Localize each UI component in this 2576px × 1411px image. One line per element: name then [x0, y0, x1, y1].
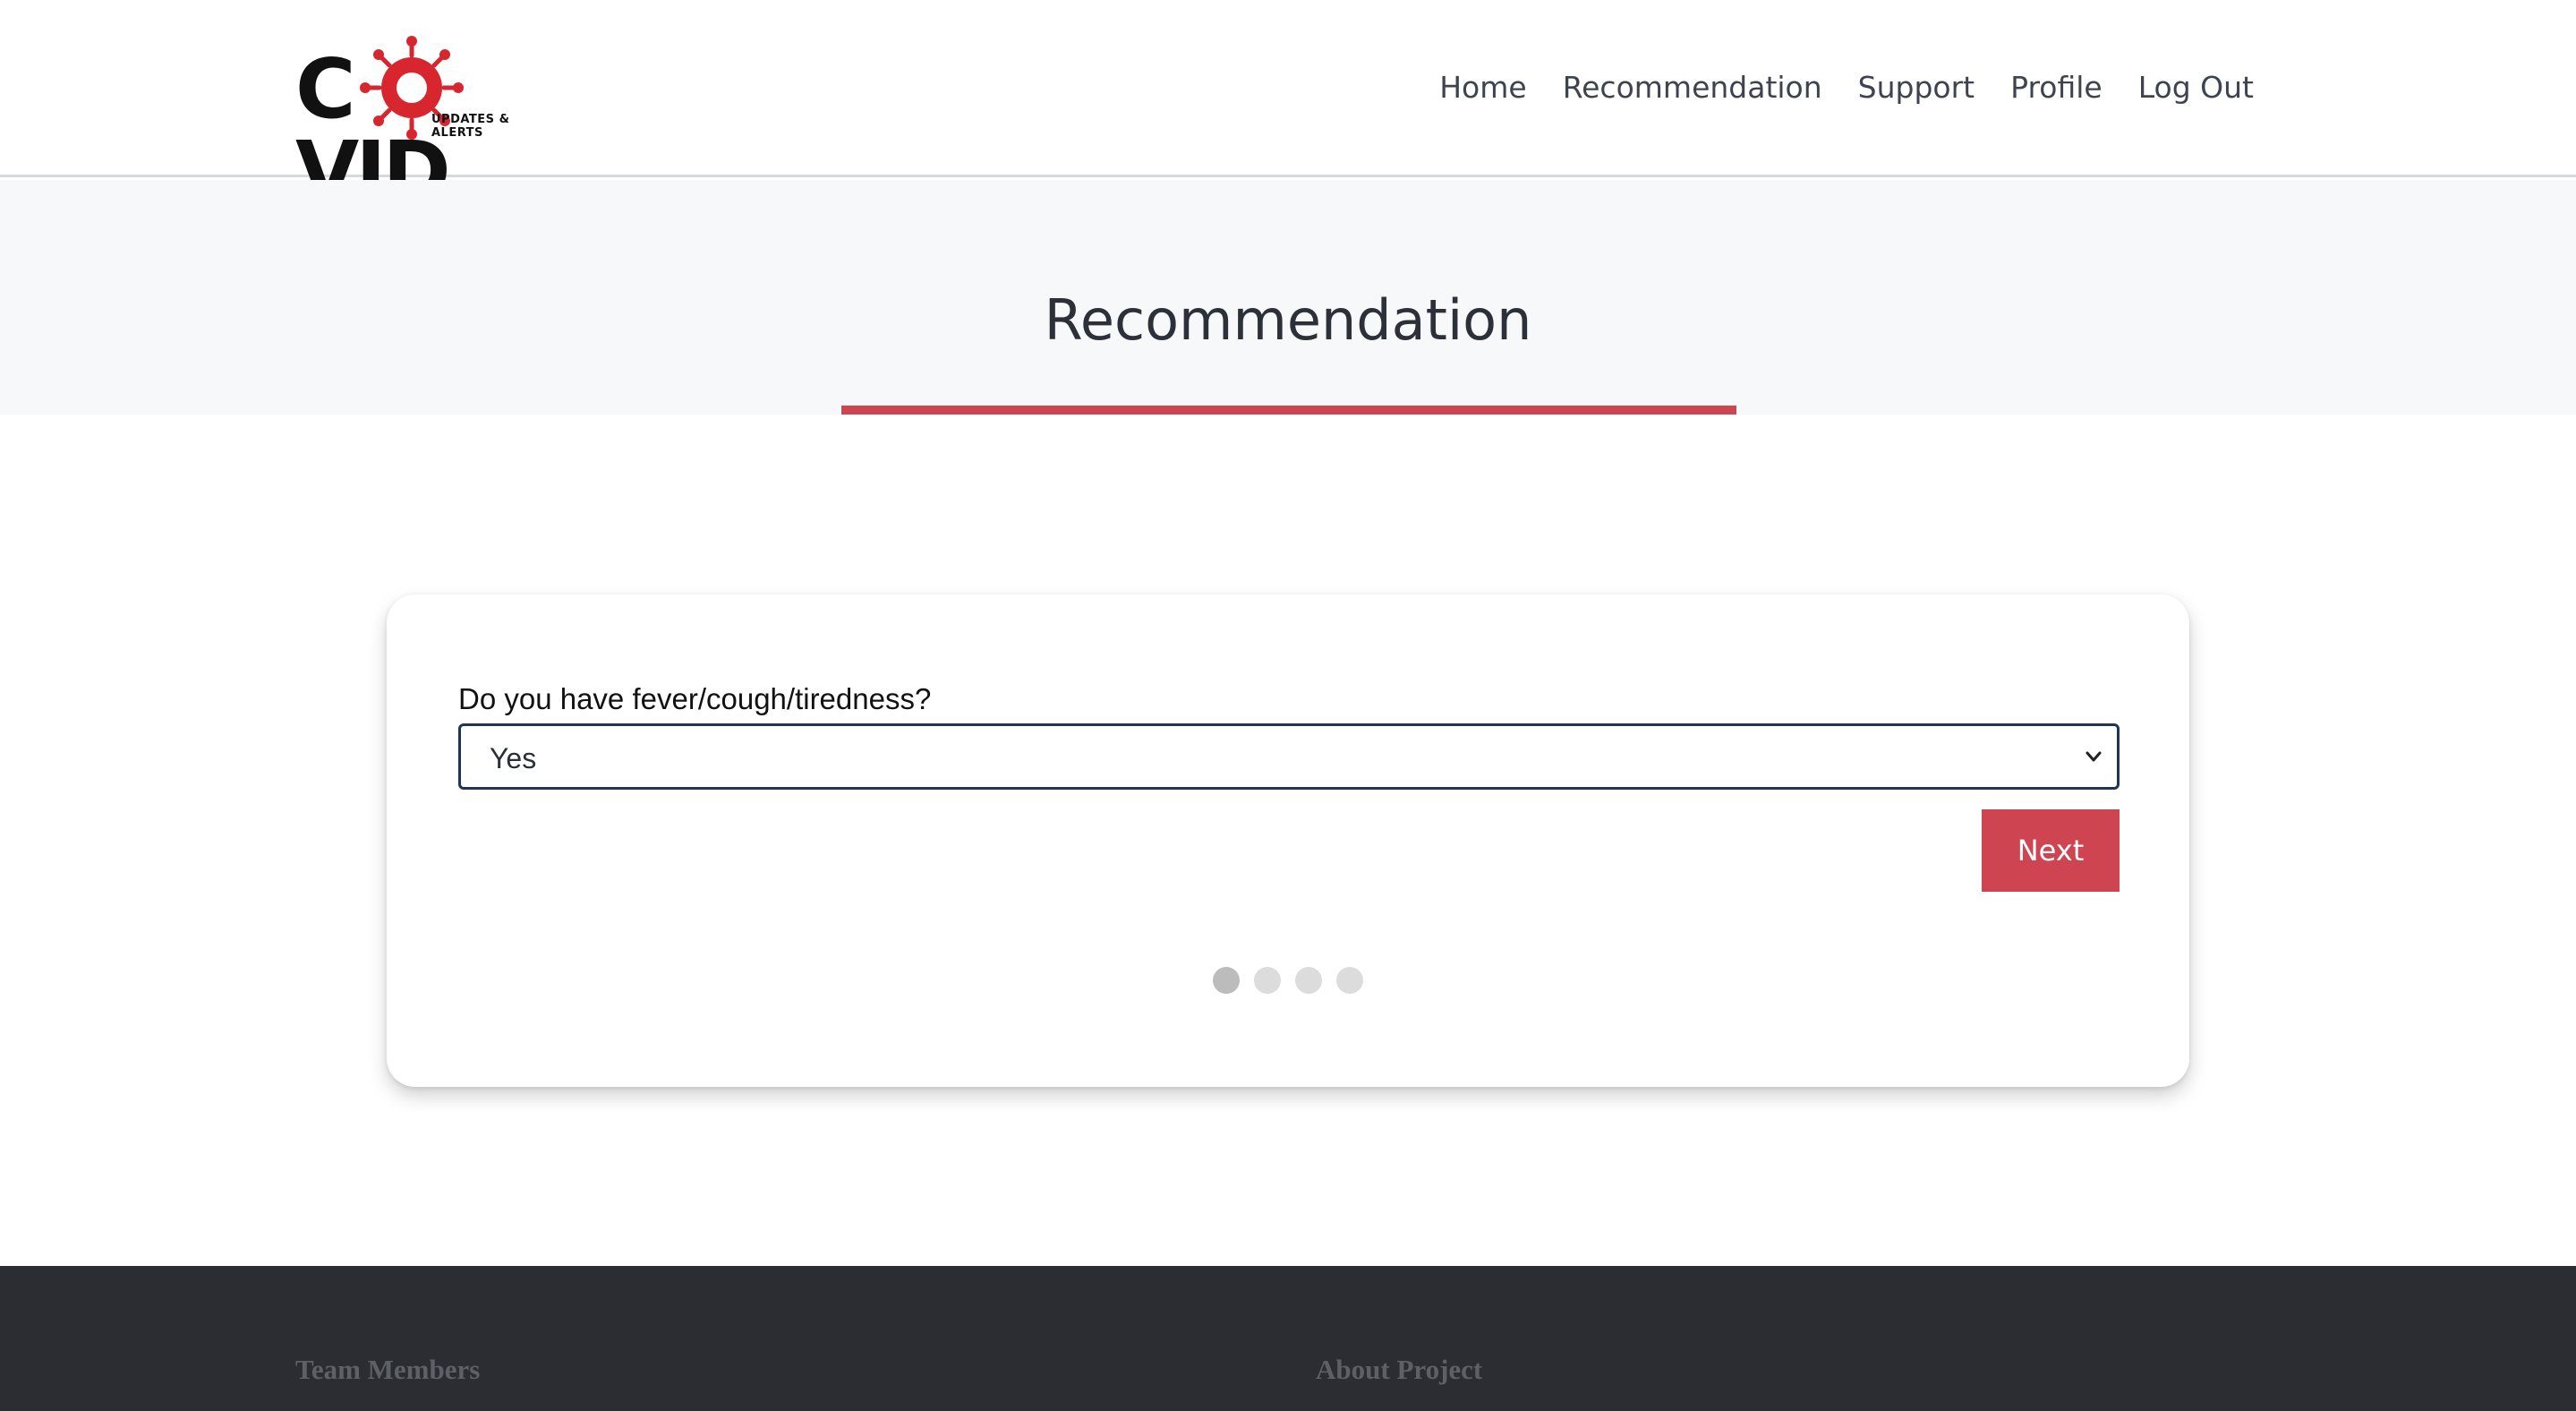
- footer-team-heading: Team Members: [295, 1354, 481, 1385]
- logo-tagline: UPDATES & ALERTS: [431, 113, 510, 140]
- step-dot-4[interactable]: [1336, 967, 1363, 994]
- next-button[interactable]: Next: [1982, 809, 2120, 892]
- footer: Team Members About Project: [0, 1266, 2576, 1411]
- step-dot-2[interactable]: [1254, 967, 1281, 994]
- chevron-down-icon: [2086, 751, 2102, 762]
- main-nav: Home Recommendation Support Profile Log …: [1439, 68, 2254, 107]
- nav-support[interactable]: Support: [1858, 68, 1975, 107]
- nav-home[interactable]: Home: [1439, 68, 1526, 107]
- step-indicator: [387, 967, 2189, 994]
- question-label: Do you have fever/cough/tiredness?: [458, 682, 932, 715]
- answer-select[interactable]: Yes: [458, 723, 2120, 790]
- footer-about-heading: About Project: [1316, 1354, 1483, 1385]
- step-dot-1[interactable]: [1213, 967, 1240, 994]
- title-underline: [841, 406, 1736, 415]
- page-title: Recommendation: [1044, 287, 1532, 353]
- nav-profile[interactable]: Profile: [2010, 68, 2103, 107]
- nav-log-out[interactable]: Log Out: [2138, 68, 2254, 107]
- hero-section: Recommendation: [0, 180, 2576, 415]
- answer-select-value: Yes: [490, 742, 537, 774]
- navbar: CVID UPDATES & ALERTS Home Recommendatio…: [0, 0, 2576, 213]
- question-card: Do you have fever/cough/tiredness? Yes N…: [387, 594, 2189, 1087]
- covid-logo[interactable]: CVID UPDATES & ALERTS: [295, 32, 555, 213]
- nav-recommendation[interactable]: Recommendation: [1563, 68, 1822, 107]
- step-dot-3[interactable]: [1295, 967, 1322, 994]
